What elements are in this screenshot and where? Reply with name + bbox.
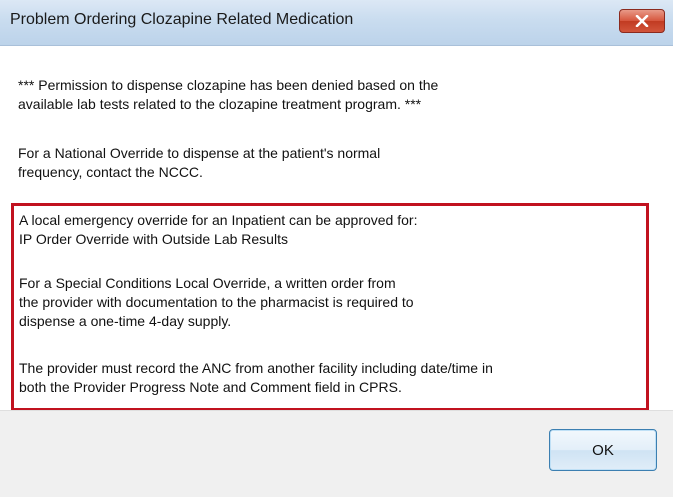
button-bar: OK (0, 410, 673, 497)
message-line: both the Provider Progress Note and Comm… (19, 379, 402, 395)
title-bar[interactable]: Problem Ordering Clozapine Related Medic… (0, 0, 673, 46)
message-line: A local emergency override for an Inpati… (19, 212, 418, 228)
dialog-title: Problem Ordering Clozapine Related Medic… (10, 11, 354, 28)
message-line: the provider with documentation to the p… (19, 294, 414, 310)
highlight-box: A local emergency override for an Inpati… (11, 203, 649, 411)
message-line: The provider must record the ANC from an… (19, 360, 493, 376)
message-line: *** Permission to dispense clozapine has… (18, 77, 439, 93)
provider-record-message: The provider must record the ANC from an… (19, 359, 493, 397)
close-button[interactable] (619, 9, 665, 33)
message-line: IP Order Override with Outside Lab Resul… (19, 231, 288, 247)
message-line: available lab tests related to the cloza… (18, 96, 422, 112)
message-line: For a National Override to dispense at t… (18, 145, 381, 161)
message-area: *** Permission to dispense clozapine has… (0, 46, 673, 411)
national-override-message: For a National Override to dispense at t… (18, 144, 380, 182)
message-line: frequency, contact the NCCC. (18, 164, 203, 180)
denied-message: *** Permission to dispense clozapine has… (18, 76, 438, 114)
close-icon (635, 15, 649, 27)
message-line: For a Special Conditions Local Override,… (19, 275, 396, 291)
ok-button[interactable]: OK (549, 429, 657, 471)
special-conditions-message: For a Special Conditions Local Override,… (19, 274, 414, 331)
dialog-window: Problem Ordering Clozapine Related Medic… (0, 0, 673, 497)
local-override-message: A local emergency override for an Inpati… (19, 211, 417, 249)
message-line: dispense a one-time 4-day supply. (19, 313, 232, 329)
